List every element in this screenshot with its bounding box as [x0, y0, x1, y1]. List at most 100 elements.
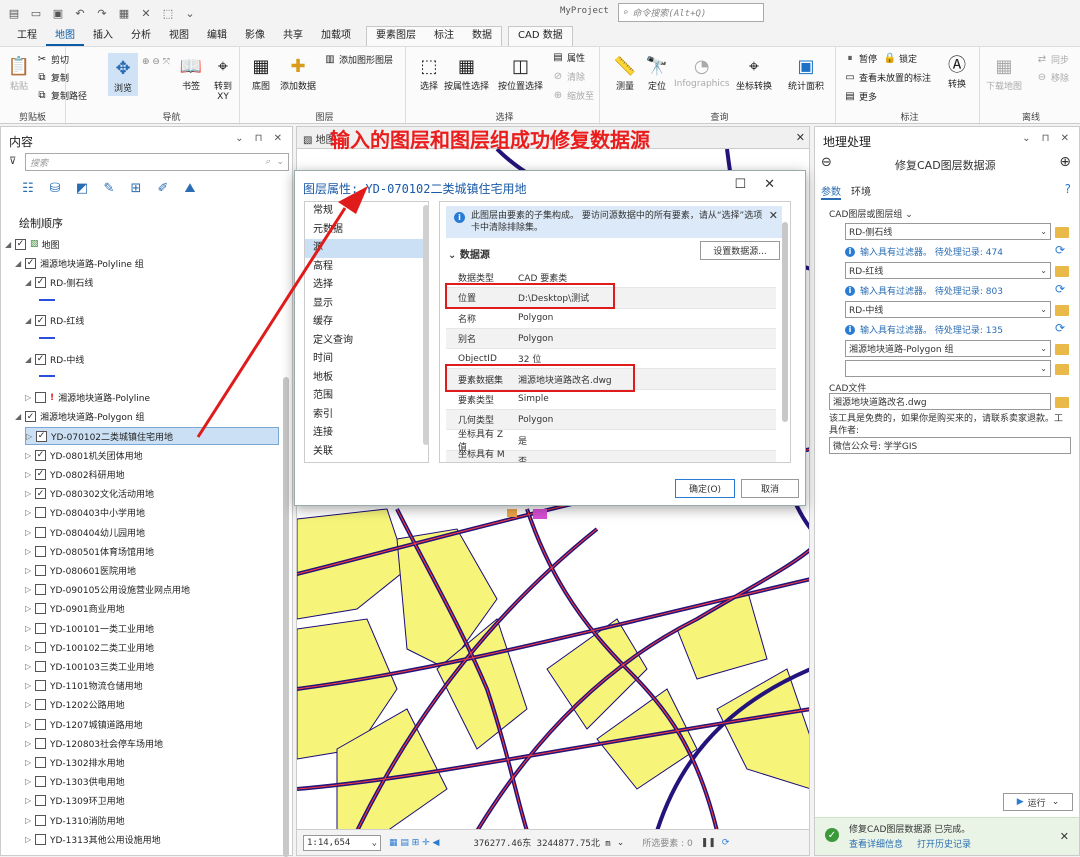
visibility-checkbox[interactable]: ✓	[15, 238, 26, 250]
tree-polygon-layer[interactable]: ▷ YD-100102二类工业用地	[25, 638, 154, 656]
scale-selector[interactable]: 1:14,654 ⌄	[303, 834, 381, 851]
dialog-nav-item[interactable]: 元数据	[305, 221, 428, 240]
expand-icon[interactable]: ▷	[25, 835, 35, 844]
expand-icon[interactable]: ▷	[25, 489, 35, 498]
expand-icon[interactable]: ◢	[25, 278, 35, 287]
expand-icon[interactable]: ◢	[25, 316, 35, 325]
infographics-button[interactable]: ◔ Infographics	[674, 53, 730, 90]
expand-icon[interactable]: ▷	[25, 681, 35, 690]
dialog-nav-item[interactable]: 连接	[305, 424, 428, 443]
expand-icon[interactable]: ▷	[25, 816, 35, 825]
dialog-nav-item[interactable]: 选择	[305, 276, 428, 295]
visibility-checkbox[interactable]: ✓	[25, 411, 36, 423]
tab-cad-data[interactable]: CAD 数据	[509, 27, 572, 46]
visibility-checkbox[interactable]: ✓	[35, 488, 46, 500]
visibility-checkbox[interactable]	[35, 814, 46, 826]
layer-input-2[interactable]: RD-红线 ⌄	[845, 262, 1051, 279]
map-tools-icons[interactable]: ▦ ▤ ⊞ ✛ ◀	[389, 838, 439, 848]
tree-polygon-layer[interactable]: ▷ YD-100101一类工业用地	[25, 619, 154, 637]
expand-icon[interactable]: ▷	[25, 700, 35, 709]
tab-labeling[interactable]: 标注	[425, 27, 463, 46]
close-map-tab-icon[interactable]: ✕	[796, 131, 805, 144]
expand-icon[interactable]: ▷	[25, 470, 35, 479]
zoom-to-selection-button[interactable]: ⊕ 缩放至	[552, 89, 594, 102]
cut-button[interactable]: ✂ 剪切	[36, 53, 69, 66]
expand-icon[interactable]: ▷	[25, 662, 35, 671]
expand-icon[interactable]: ▷	[25, 393, 35, 402]
dialog-window-controls[interactable]: ☐✕	[734, 177, 793, 192]
visibility-checkbox[interactable]	[35, 526, 46, 538]
zoom-tools[interactable]: ⊕ ⊖ ⤧	[142, 57, 170, 67]
dialog-nav-item[interactable]: 显示	[305, 295, 428, 314]
visibility-checkbox[interactable]: ✓	[35, 315, 46, 327]
tree-polygon-layer[interactable]: ▷ ✓ YD-0802科研用地	[25, 465, 125, 483]
refresh-icon[interactable]: ⟳	[1055, 282, 1065, 296]
tree-layer-polyline[interactable]: ▷! 湘源地块道路-Polyline	[25, 389, 150, 407]
tree-layer-0[interactable]: ◢ ✓ RD-侧石线	[25, 273, 93, 291]
layer-input-4[interactable]: 湘源地块道路-Polygon 组 ⌄	[845, 340, 1051, 357]
open-history-link[interactable]: 打开历史记录	[917, 837, 971, 850]
tree-polygon-layer[interactable]: ▷ YD-100103三类工业用地	[25, 657, 154, 675]
tree-polygon-layer[interactable]: ▷ ✓ YD-0801机关团体用地	[25, 446, 143, 464]
author-field[interactable]: 微信公众号: 学学GIS	[829, 437, 1071, 454]
visibility-checkbox[interactable]: ✓	[35, 468, 46, 480]
expand-icon[interactable]: ▷	[26, 432, 36, 441]
coordinate-conversion-button[interactable]: ⌖ 坐标转换	[736, 53, 772, 93]
expand-icon[interactable]: ◢	[25, 355, 35, 364]
visibility-checkbox[interactable]	[35, 603, 46, 615]
dialog-nav-item[interactable]: 常规	[305, 202, 428, 221]
set-data-source-button[interactable]: 设置数据源...	[700, 241, 780, 260]
folder-icon[interactable]	[1055, 227, 1069, 238]
visibility-checkbox[interactable]	[35, 622, 46, 634]
chevron-down-icon[interactable]: ⌄	[617, 838, 625, 848]
data-source-section[interactable]: ⌄ 数据源	[448, 246, 490, 261]
tab-project[interactable]: 工程	[8, 27, 46, 46]
expand-icon[interactable]: ▷	[25, 720, 35, 729]
save-icon[interactable]: ▣	[50, 5, 66, 21]
tab-edit[interactable]: 编辑	[198, 27, 236, 46]
layer-input-empty[interactable]: ⌄	[845, 360, 1051, 377]
dialog-nav-item[interactable]: 范围	[305, 387, 428, 406]
bookmarks-button[interactable]: 📖 书签	[178, 53, 204, 93]
back-icon[interactable]: ⊖	[821, 155, 832, 170]
tree-polygon-layer[interactable]: ▷ ✓ YD-070102二类城镇住宅用地	[25, 427, 279, 445]
contents-scrollbar[interactable]	[283, 377, 289, 857]
refresh-icon[interactable]: ⟳	[1055, 321, 1065, 335]
copy-path-button[interactable]: ⧉ 复制路径	[36, 89, 87, 102]
tree-layer-1[interactable]: ◢ ✓ RD-红线	[25, 312, 84, 330]
visibility-checkbox[interactable]	[35, 641, 46, 653]
visibility-checkbox[interactable]	[35, 507, 46, 519]
expand-icon[interactable]: ▷	[25, 604, 35, 613]
basemap-button[interactable]: ▦ 底图	[248, 53, 274, 93]
command-search-input[interactable]: ⌕ 命令搜索(Alt+Q)	[618, 3, 764, 22]
help-icon[interactable]: ?	[1065, 182, 1071, 196]
statistics-area-button[interactable]: ▣ 统计面积	[788, 53, 824, 93]
tab-share[interactable]: 共享	[274, 27, 312, 46]
ok-button[interactable]: 确定(O)	[675, 479, 735, 498]
tab-parameters[interactable]: 参数	[821, 183, 841, 200]
customize-icon[interactable]: ⌄	[182, 5, 198, 21]
tree-polygon-layer[interactable]: ▷ YD-090105公用设施营业网点用地	[25, 581, 190, 599]
open-icon[interactable]: ▭	[28, 5, 44, 21]
sync-button[interactable]: ⇄ 同步	[1036, 53, 1069, 66]
tree-polygon-layer[interactable]: ▷ YD-1302排水用地	[25, 753, 125, 771]
select-by-location-button[interactable]: ◫ 按位置选择	[498, 53, 543, 93]
tree-map[interactable]: ◢ ✓ ▧ 地图	[5, 235, 60, 253]
tab-analysis[interactable]: 分析	[122, 27, 160, 46]
tree-polygon-layer[interactable]: ▷ YD-1310消防用地	[25, 811, 125, 829]
add-data-button[interactable]: ✚ 添加数据	[280, 53, 316, 93]
perspective-icon[interactable]: ⛰	[181, 179, 199, 197]
attributes-button[interactable]: ▤ 属性	[552, 51, 585, 64]
convert-button[interactable]: Ⓐ 转换	[944, 51, 970, 90]
tree-polygon-layer[interactable]: ▷ YD-1309环卫用地	[25, 792, 125, 810]
expand-icon[interactable]: ⌄	[905, 210, 913, 220]
tree-polygon-layer[interactable]: ▷ YD-080501体育场馆用地	[25, 542, 154, 560]
more-labeling-button[interactable]: ▤ 更多	[844, 90, 877, 103]
tree-polygon-layer[interactable]: ▷ YD-1207城镇道路用地	[25, 715, 143, 733]
refresh-icon[interactable]: ⟳	[722, 838, 730, 848]
tree-polygon-layer[interactable]: ▷ YD-080403中小学用地	[25, 504, 145, 522]
cad-file-input[interactable]: 湘源地块道路改名.dwg	[829, 393, 1051, 410]
visibility-checkbox[interactable]	[35, 833, 46, 845]
visibility-checkbox[interactable]	[35, 392, 46, 404]
dialog-nav-item[interactable]: 关联	[305, 443, 428, 462]
